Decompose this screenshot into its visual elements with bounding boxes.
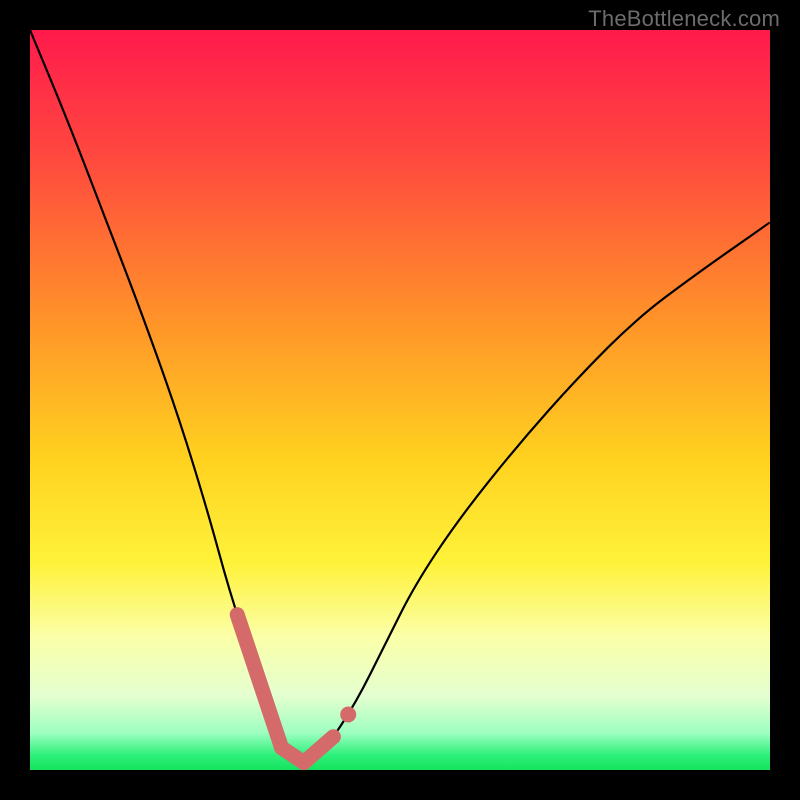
valley-highlight-right [304, 737, 334, 763]
curve-path [30, 30, 770, 763]
valley-highlight-left [237, 615, 281, 748]
chart-frame: TheBottleneck.com [0, 0, 800, 800]
watermark-text: TheBottleneck.com [588, 6, 780, 32]
plot-area [30, 30, 770, 770]
valley-dot [340, 707, 356, 723]
bottleneck-curve [30, 30, 770, 770]
